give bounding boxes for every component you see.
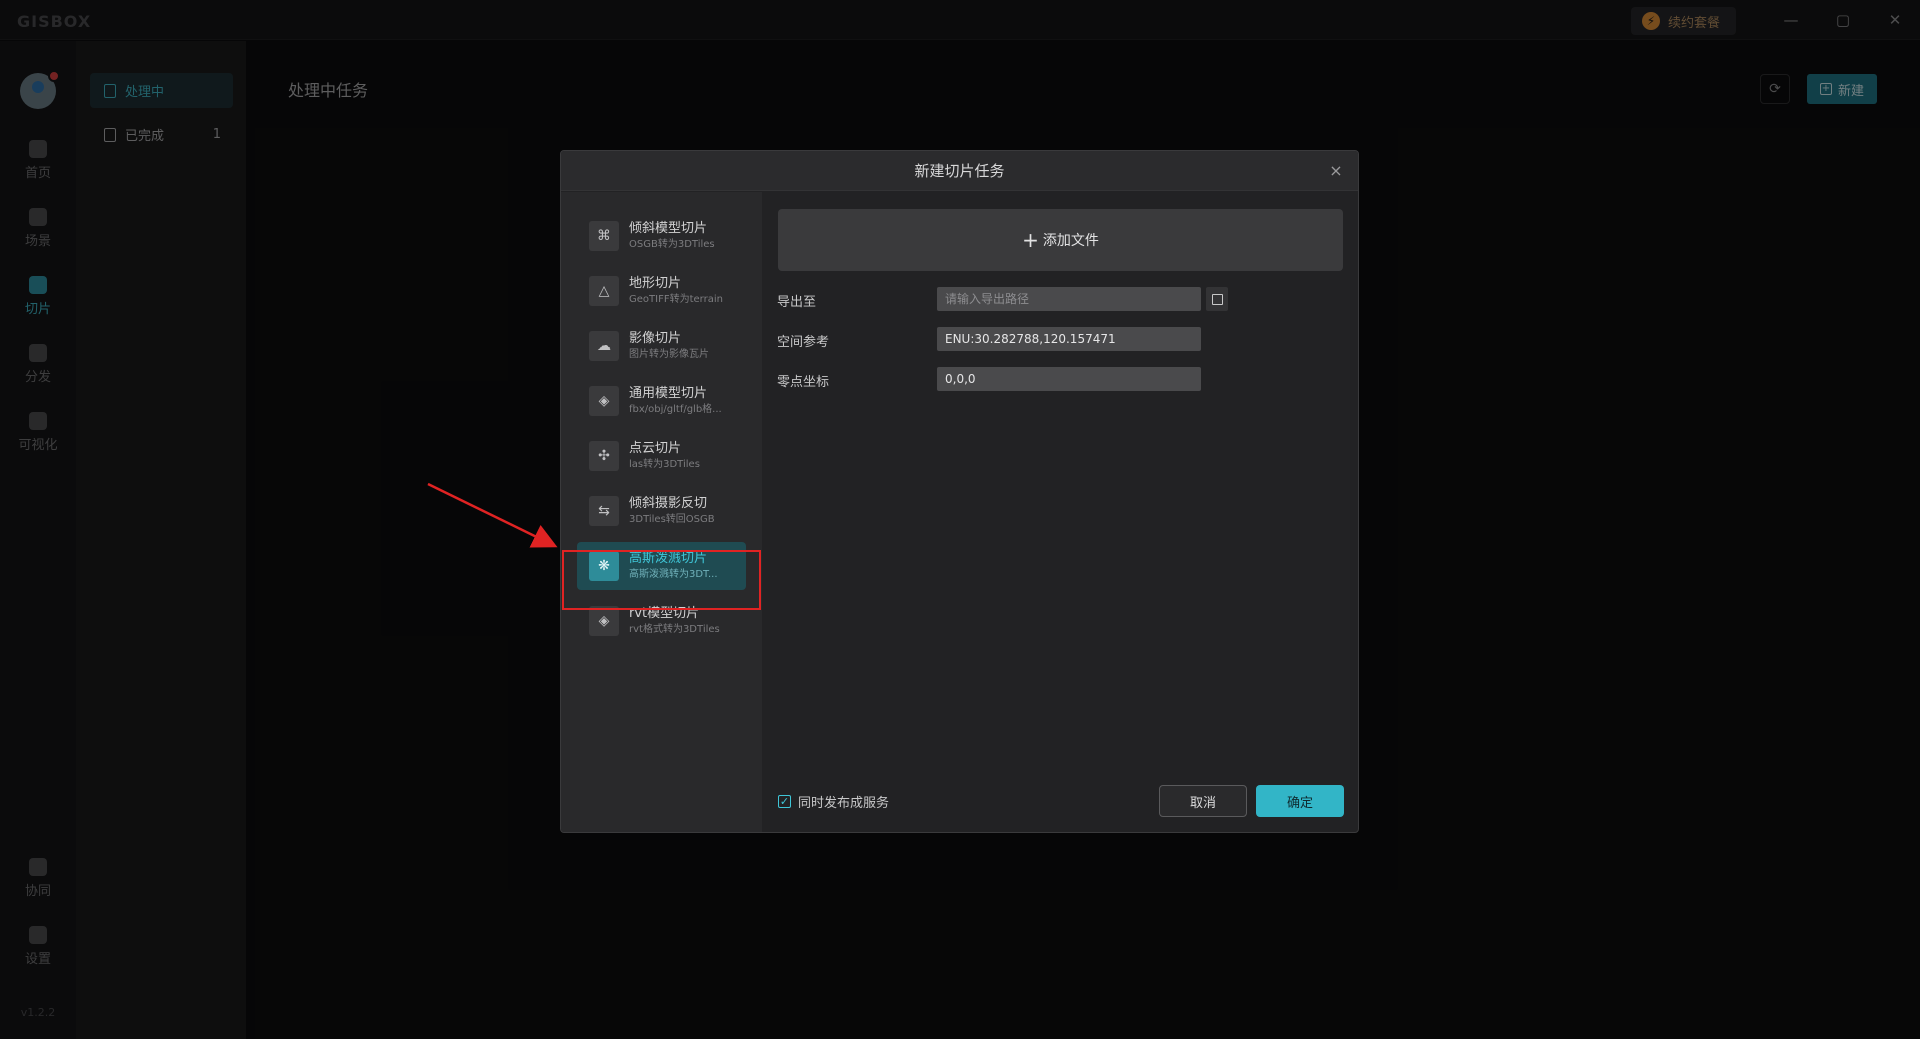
annotation-highlight-box bbox=[562, 550, 761, 610]
type-name: 通用模型切片 bbox=[629, 386, 708, 401]
type-item-pointcloud[interactable]: ✣ 点云切片 las转为3DTiles bbox=[577, 432, 746, 480]
close-icon[interactable]: × bbox=[1326, 161, 1346, 181]
type-desc: 图片转为影像瓦片 bbox=[629, 349, 709, 360]
add-file-button[interactable]: + 添加文件 bbox=[778, 209, 1343, 271]
export-path-input[interactable] bbox=[937, 287, 1201, 311]
type-item-imagery[interactable]: ☁ 影像切片 图片转为影像瓦片 bbox=[577, 322, 746, 370]
spatial-ref-input[interactable] bbox=[937, 327, 1201, 351]
type-name: 倾斜模型切片 bbox=[629, 221, 708, 236]
dialog-header: 新建切片任务 bbox=[561, 151, 1358, 191]
type-name: 地形切片 bbox=[629, 276, 682, 291]
folder-icon bbox=[1211, 293, 1223, 305]
plus-icon: + bbox=[1022, 228, 1039, 252]
type-desc: GeoTIFF转为terrain bbox=[629, 294, 723, 305]
type-desc: rvt格式转为3DTiles bbox=[629, 624, 720, 635]
type-name: 点云切片 bbox=[629, 441, 682, 456]
cancel-button[interactable]: 取消 bbox=[1159, 785, 1247, 817]
type-desc: fbx/obj/gltf/glb格... bbox=[629, 404, 722, 415]
type-item-generic-model[interactable]: ◈ 通用模型切片 fbx/obj/gltf/glb格... bbox=[577, 377, 746, 425]
new-slice-task-dialog: 新建切片任务 × ⌘ 倾斜模型切片 OSGB转为3DTiles △ 地形切片 G… bbox=[560, 150, 1359, 833]
dialog-title: 新建切片任务 bbox=[914, 162, 1005, 180]
type-item-oblique[interactable]: ⌘ 倾斜模型切片 OSGB转为3DTiles bbox=[577, 212, 746, 260]
type-item-terrain[interactable]: △ 地形切片 GeoTIFF转为terrain bbox=[577, 267, 746, 315]
box-icon: ◈ bbox=[589, 386, 619, 416]
checkbox-checked-icon: ✓ bbox=[778, 795, 791, 808]
type-name: 倾斜摄影反切 bbox=[629, 496, 708, 511]
publish-service-checkbox[interactable]: ✓ 同时发布成服务 bbox=[778, 792, 889, 811]
publish-service-label: 同时发布成服务 bbox=[798, 796, 890, 811]
origin-input[interactable] bbox=[937, 367, 1201, 391]
browse-folder-button[interactable] bbox=[1206, 287, 1228, 311]
network-icon: ⌘ bbox=[589, 221, 619, 251]
spatial-ref-label: 空间参考 bbox=[777, 335, 830, 350]
type-desc: las转为3DTiles bbox=[629, 459, 700, 470]
add-file-label: 添加文件 bbox=[1042, 233, 1099, 249]
reverse-icon: ⇆ bbox=[589, 496, 619, 526]
export-label: 导出至 bbox=[777, 295, 817, 310]
app-window: GISBOX ⚡ 续约套餐 — ▢ ✕ 首页 场景 切片 分发 可视化 协同 设… bbox=[0, 0, 1920, 1039]
type-desc: 3DTiles转回OSGB bbox=[629, 514, 715, 525]
origin-label: 零点坐标 bbox=[777, 375, 830, 390]
type-item-reverse[interactable]: ⇆ 倾斜摄影反切 3DTiles转回OSGB bbox=[577, 487, 746, 535]
slice-type-list: ⌘ 倾斜模型切片 OSGB转为3DTiles △ 地形切片 GeoTIFF转为t… bbox=[561, 192, 762, 832]
confirm-button[interactable]: 确定 bbox=[1256, 785, 1344, 817]
image-icon: ☁ bbox=[589, 331, 619, 361]
pointcloud-icon: ✣ bbox=[589, 441, 619, 471]
type-desc: OSGB转为3DTiles bbox=[629, 239, 715, 250]
mountain-icon: △ bbox=[589, 276, 619, 306]
type-name: 影像切片 bbox=[629, 331, 682, 346]
rvt-box-icon: ◈ bbox=[589, 606, 619, 636]
